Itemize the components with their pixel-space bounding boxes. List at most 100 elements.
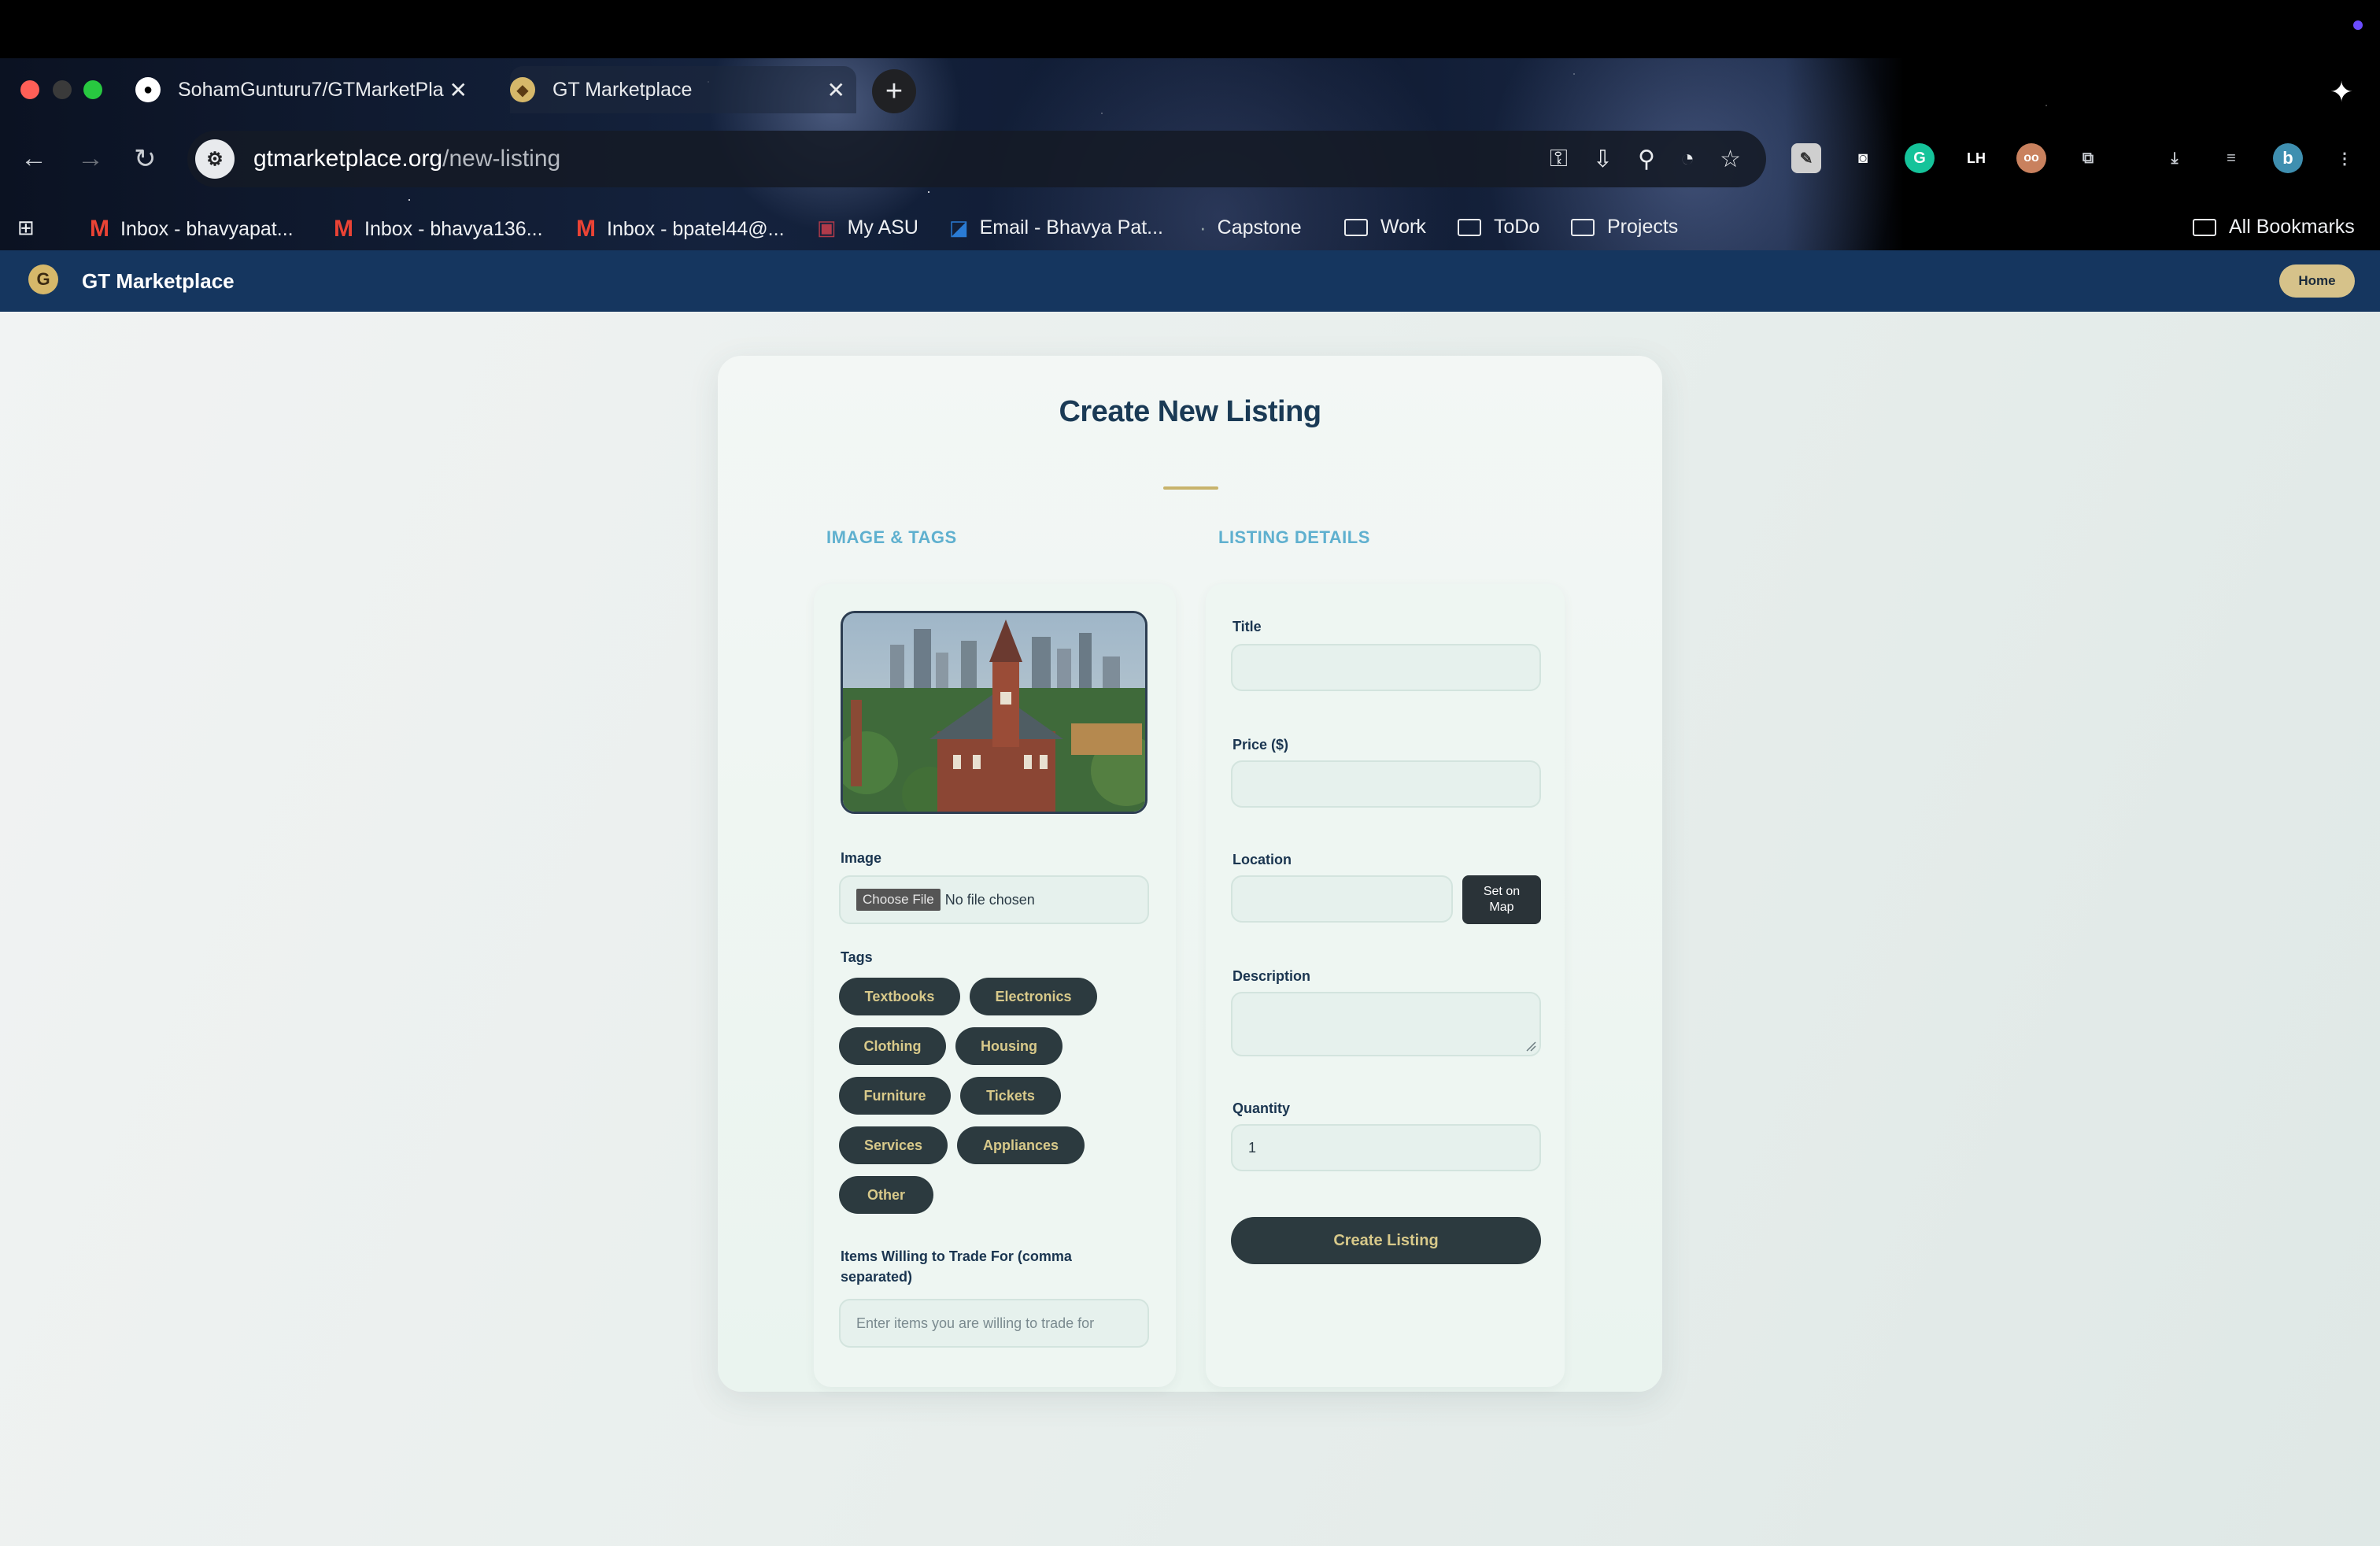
url-text[interactable]: gtmarketplace.org/new-listing	[253, 146, 1550, 172]
bookmark-inbox-1[interactable]: M Inbox - bhavyapat...	[90, 216, 294, 242]
bookmark-inbox-3[interactable]: M Inbox - bpatel44@...	[576, 216, 785, 242]
password-key-icon[interactable]: ⚿	[1550, 146, 1568, 172]
profile-initial: b	[2282, 148, 2293, 168]
bookmark-email-outlook[interactable]: ◪ Email - Bhavya Pat...	[949, 216, 1163, 240]
lighthouse-icon[interactable]: LH	[1961, 143, 1991, 173]
bookmark-label: Email - Bhavya Pat...	[979, 216, 1164, 239]
set-on-map-button[interactable]: Set on Map	[1462, 875, 1541, 924]
browser-tab-gt-marketplace[interactable]: ◆ GT Marketplace ✕	[510, 66, 856, 113]
all-bookmarks-button[interactable]: All Bookmarks	[2193, 216, 2355, 239]
section-title-listing-details: LISTING DETAILS	[1218, 527, 1370, 547]
tag-appliances[interactable]: Appliances	[957, 1126, 1085, 1164]
media-controls-icon[interactable]: ≡	[2216, 143, 2246, 173]
extension-glasses-icon[interactable]: oo	[2016, 143, 2046, 173]
tag-housing[interactable]: Housing	[955, 1027, 1062, 1065]
gt-marketplace-favicon-icon: ◆	[510, 77, 535, 102]
trade-label-line2: separated)	[841, 1269, 913, 1285]
set-on-map-line1: Set on	[1483, 885, 1521, 898]
close-tab-icon[interactable]: ✕	[827, 77, 845, 103]
status-dot-icon	[2353, 20, 2363, 30]
downloads-icon[interactable]: ⤓	[2160, 143, 2190, 173]
bookmark-folder-work[interactable]: Work	[1344, 216, 1426, 239]
profile-avatar[interactable]: b	[2273, 143, 2303, 173]
trade-label-line1: Items Willing to Trade For (comma	[841, 1248, 1072, 1264]
close-window-button[interactable]	[20, 80, 39, 99]
address-bar[interactable]: ⚙ gtmarketplace.org/new-listing ⚿ ⇩ ⚲ ◔ …	[187, 131, 1766, 187]
location-input[interactable]	[1231, 875, 1453, 923]
tag-textbooks[interactable]: Textbooks	[839, 978, 960, 1015]
tag-furniture[interactable]: Furniture	[839, 1077, 951, 1115]
bookmark-label: Inbox - bpatel44@...	[607, 217, 785, 240]
browser-tab-github[interactable]: ● SohamGunturu7/GTMarketPla ✕	[132, 66, 479, 113]
grammarly-icon[interactable]: G	[1905, 143, 1935, 173]
performance-icon[interactable]: ◔	[1680, 146, 1694, 172]
folder-icon	[2193, 218, 2216, 236]
tag-other[interactable]: Other	[839, 1176, 933, 1214]
create-listing-button[interactable]: Create Listing	[1231, 1217, 1541, 1264]
zoom-icon[interactable]: ⚲	[1638, 146, 1655, 173]
home-button[interactable]: Home	[2279, 264, 2355, 298]
bookmark-label: Inbox - bhavyapat...	[120, 217, 294, 240]
tag-electronics[interactable]: Electronics	[970, 978, 1097, 1015]
tab-label: SohamGunturu7/GTMarketPla	[178, 78, 444, 101]
maximize-window-button[interactable]	[83, 80, 102, 99]
resize-grip-icon[interactable]	[1525, 1041, 1536, 1052]
folder-icon	[1344, 218, 1368, 236]
extension-notes-icon[interactable]: ✎	[1791, 143, 1821, 173]
reload-icon[interactable]: ↻	[134, 143, 157, 175]
tag-clothing[interactable]: Clothing	[839, 1027, 946, 1065]
bookmark-folder-todo[interactable]: ToDo	[1458, 216, 1539, 239]
choose-file-button[interactable]: Choose File	[856, 889, 941, 911]
folder-icon	[1458, 218, 1481, 236]
minimize-window-button[interactable]	[53, 80, 72, 99]
quantity-input[interactable]: 1	[1231, 1124, 1541, 1171]
image-preview	[841, 611, 1148, 814]
url-domain: gtmarketplace.org	[253, 146, 443, 172]
browser-chrome: ● SohamGunturu7/GTMarketPla ✕ ◆ GT Marke…	[0, 58, 2380, 250]
title-input[interactable]	[1231, 644, 1541, 691]
section-title-image-tags: IMAGE & TAGS	[826, 527, 957, 547]
close-tab-icon[interactable]: ✕	[449, 77, 468, 103]
create-listing-card: Create New Listing IMAGE & TAGS LISTING …	[718, 356, 1662, 1392]
install-app-icon[interactable]: ⇩	[1593, 146, 1613, 173]
trade-items-input[interactable]: Enter items you are willing to trade for	[839, 1299, 1149, 1348]
gemini-sparkle-icon[interactable]: ✦	[2330, 76, 2353, 109]
browser-menu-icon[interactable]: ⋮	[2330, 143, 2360, 173]
set-on-map-line2: Map	[1489, 901, 1514, 914]
page-title: Create New Listing	[1059, 395, 1321, 428]
listing-details-panel: Title Price ($) Location Set on Map Descr…	[1206, 584, 1565, 1387]
back-arrow-icon[interactable]: ←	[20, 143, 47, 174]
image-tags-panel: Image Choose File No file chosen Tags Te…	[814, 584, 1176, 1387]
tag-tickets[interactable]: Tickets	[960, 1077, 1061, 1115]
extensions-puzzle-icon[interactable]: ⧉	[2073, 143, 2103, 173]
bookmark-star-icon[interactable]: ☆	[1720, 146, 1741, 173]
gmail-icon: M	[90, 216, 109, 242]
forward-arrow-icon[interactable]: →	[77, 143, 104, 174]
bookmark-inbox-2[interactable]: M Inbox - bhavya136...	[334, 216, 543, 242]
bookmark-label: Projects	[1607, 216, 1679, 238]
gt-marketplace-logo-icon[interactable]: G	[28, 264, 58, 294]
tags-label: Tags	[841, 949, 873, 965]
apps-grid-icon[interactable]: ⊞	[17, 216, 46, 240]
folder-icon	[1571, 218, 1595, 236]
description-textarea[interactable]	[1231, 992, 1541, 1056]
brand-title[interactable]: GT Marketplace	[82, 269, 235, 294]
bookmark-label: ToDo	[1494, 216, 1540, 238]
system-top-strip	[0, 0, 2380, 58]
quantity-value: 1	[1248, 1139, 1257, 1156]
new-tab-button[interactable]: +	[872, 69, 916, 113]
image-file-input[interactable]: Choose File No file chosen	[839, 875, 1149, 924]
bookmark-capstone[interactable]: · Capstone	[1199, 216, 1302, 240]
bookmark-folder-projects[interactable]: Projects	[1571, 216, 1678, 239]
no-file-text: No file chosen	[944, 891, 1035, 908]
bookmarks-bar: ⊞ M Inbox - bhavyapat... M Inbox - bhavya1…	[0, 208, 2380, 247]
bookmark-my-asu[interactable]: ▣ My ASU	[817, 216, 918, 240]
extension-camera-icon[interactable]: ◙	[1848, 143, 1878, 173]
tag-services[interactable]: Services	[839, 1126, 948, 1164]
site-settings-icon[interactable]: ⚙	[195, 139, 235, 179]
bookmark-label: Inbox - bhavya136...	[364, 217, 543, 240]
bookmark-label: Work	[1380, 216, 1426, 238]
bookmark-label: Capstone	[1217, 216, 1302, 239]
price-input[interactable]	[1231, 760, 1541, 808]
bookmark-label: All Bookmarks	[2229, 216, 2355, 238]
